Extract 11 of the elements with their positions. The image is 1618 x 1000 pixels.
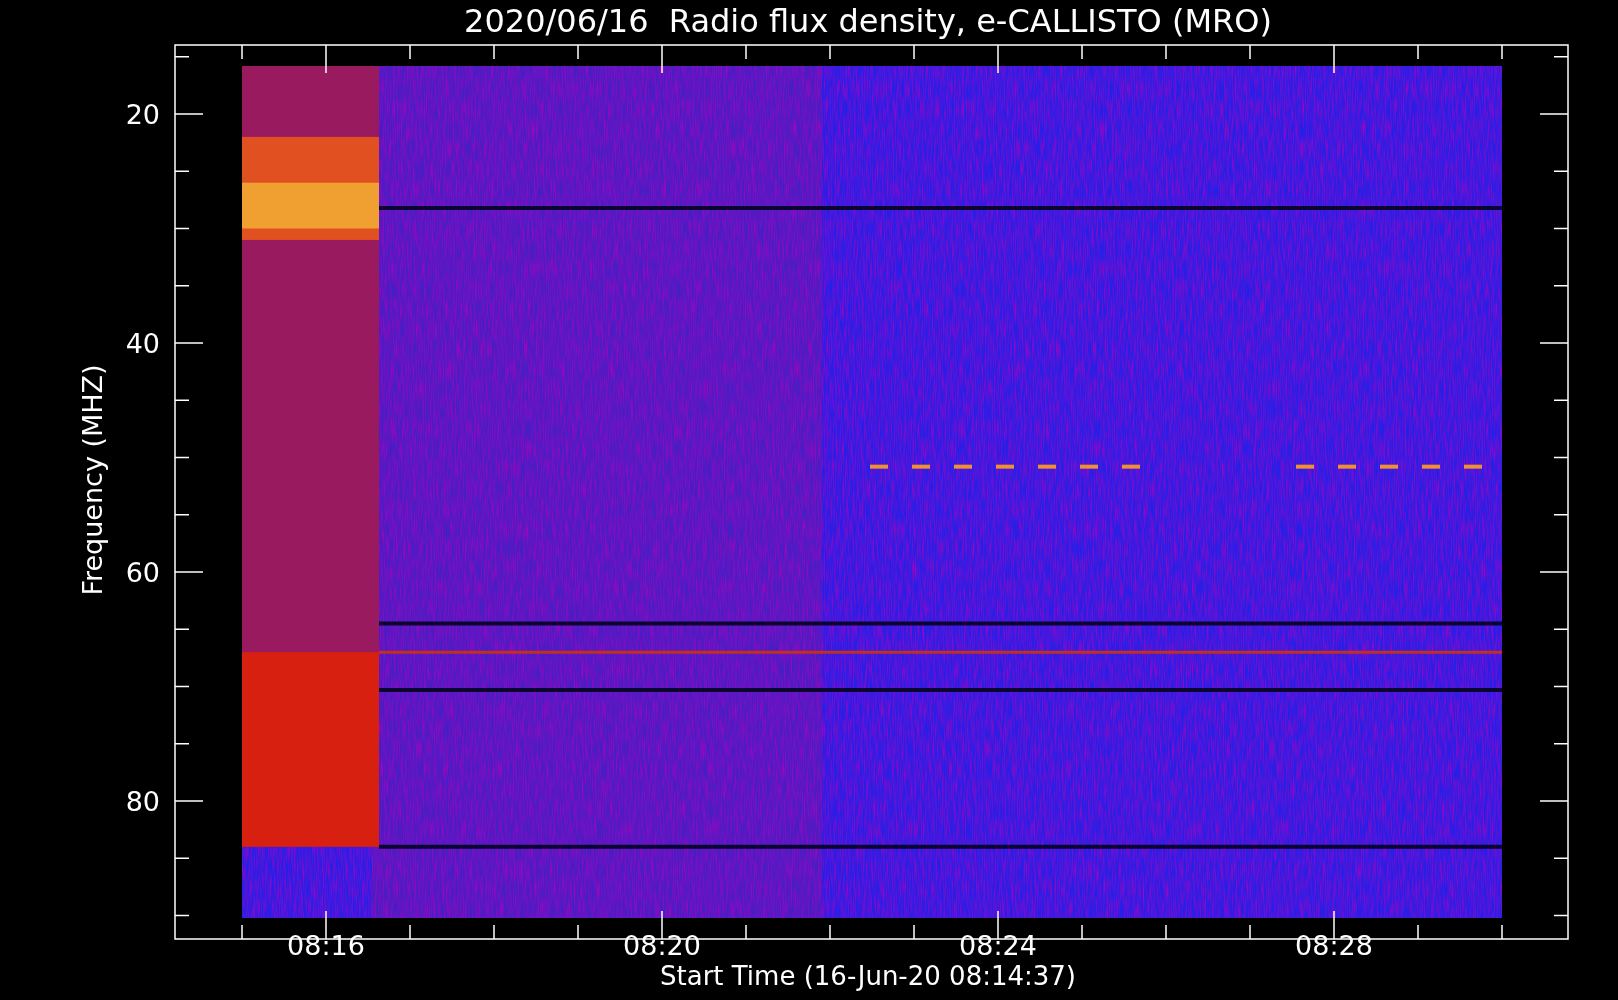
y-tick-label: 60 (125, 557, 160, 588)
x-tick-label: 08:20 (623, 930, 701, 961)
y-axis-title: Frequency (MHZ) (77, 364, 108, 596)
y-tick-label: 80 (125, 786, 160, 817)
x-axis-title: Start Time (16-Jun-20 08:14:37) (660, 961, 1076, 991)
x-tick-label: 08:28 (1295, 930, 1373, 961)
chart-title: 2020/06/16 Radio flux density, e-CALLISTO (MRO) (464, 2, 1272, 40)
y-tick-label: 20 (125, 99, 160, 130)
x-tick-label: 08:16 (287, 930, 365, 961)
x-tick-label: 08:24 (959, 930, 1037, 961)
y-tick-label: 40 (125, 328, 160, 359)
